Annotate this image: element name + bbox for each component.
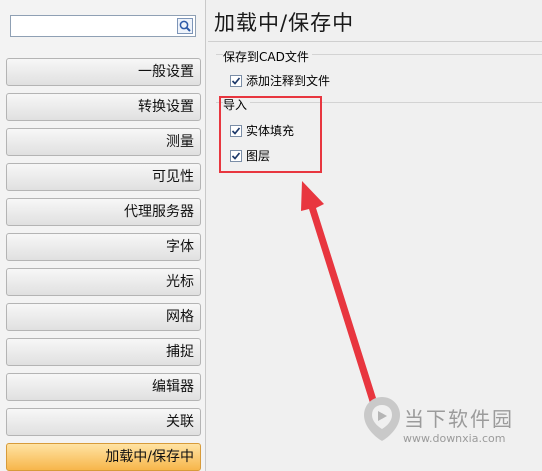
checkmark-icon — [231, 76, 241, 85]
sidebar-item-loading-saving[interactable]: 加载中/保存中 — [6, 443, 201, 471]
sidebar-item-conversion[interactable]: 转换设置 — [6, 93, 201, 121]
sidebar-item-visibility[interactable]: 可见性 — [6, 163, 201, 191]
title-divider — [208, 41, 542, 42]
watermark-logo — [364, 397, 400, 441]
search-input[interactable] — [13, 18, 173, 34]
watermark: 当下软件园 www.downxia.com — [362, 395, 542, 471]
sidebar-item-cursor[interactable]: 光标 — [6, 268, 201, 296]
annotation-highlight-box — [219, 96, 322, 173]
settings-sidebar: 一般设置 转换设置 测量 可见性 代理服务器 字体 光标 网格 捕捉 编辑器 关… — [0, 0, 206, 471]
save-to-cad-group: 保存到CAD文件 — [216, 48, 542, 65]
sidebar-item-general[interactable]: 一般设置 — [6, 58, 201, 86]
sidebar-item-grid[interactable]: 网格 — [6, 303, 201, 331]
label-add-comment: 添加注释到文件 — [246, 74, 331, 88]
sidebar-item-association[interactable]: 关联 — [6, 408, 201, 436]
page-title: 加载中/保存中 — [214, 11, 355, 35]
option-add-comment[interactable]: 添加注释到文件 — [230, 72, 330, 89]
sidebar-item-editor[interactable]: 编辑器 — [6, 373, 201, 401]
sidebar-item-proxy[interactable]: 代理服务器 — [6, 198, 201, 226]
search-box — [10, 15, 196, 37]
search-button[interactable] — [176, 17, 194, 35]
group-label-save-to-cad: 保存到CAD文件 — [223, 48, 312, 65]
sidebar-item-measure[interactable]: 测量 — [6, 128, 201, 156]
magnifier-icon — [177, 18, 193, 34]
sidebar-item-font[interactable]: 字体 — [6, 233, 201, 261]
checkbox-add-comment[interactable] — [230, 74, 242, 87]
watermark-brand: 当下软件园 — [404, 407, 514, 431]
watermark-url: www.downxia.com — [403, 432, 506, 445]
sidebar-item-snap[interactable]: 捕捉 — [6, 338, 201, 366]
